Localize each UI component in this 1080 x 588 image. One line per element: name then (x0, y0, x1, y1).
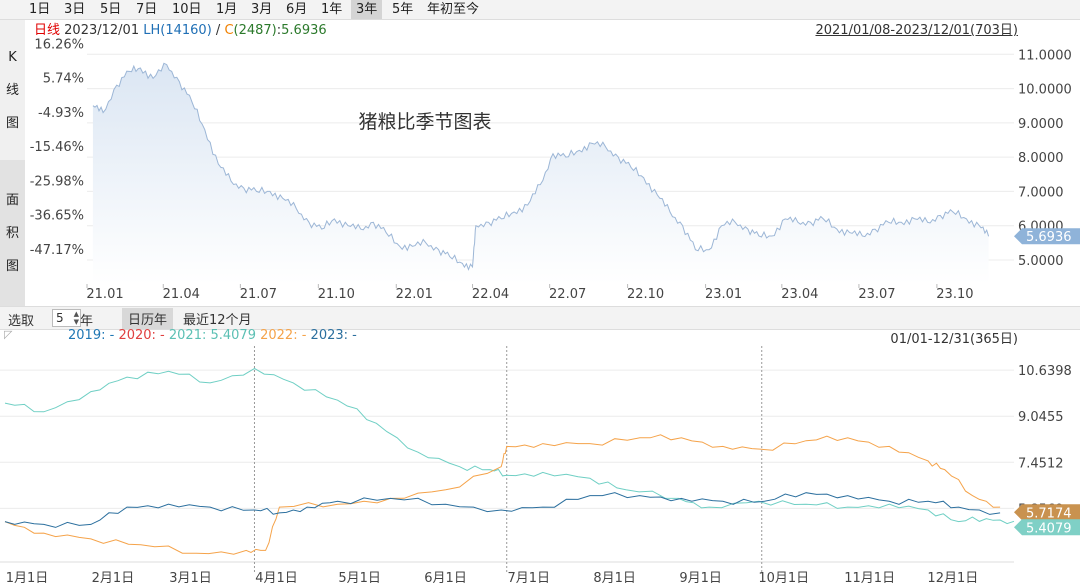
x-tick-label: 21.04 (163, 287, 200, 302)
y-right-tick: 9.0000 (1018, 117, 1064, 132)
x-tick-label: 10月1日 (758, 571, 809, 586)
x-tick-label: 22.04 (472, 287, 509, 302)
calendar-year-button[interactable]: 日历年 (122, 308, 174, 329)
seasonal-line-chart: 10.63989.04557.45125.85691月1日2月1日3月1日4月1… (0, 346, 1080, 586)
x-tick-label: 22.01 (396, 287, 433, 302)
select-label: 选取 (8, 314, 35, 329)
x-tick-label: 12月1日 (927, 571, 978, 586)
x-tick-label: 4月1日 (255, 571, 298, 586)
x-tick-label: 9月1日 (679, 571, 722, 586)
y-left-tick: -25.98% (30, 174, 84, 189)
x-tick-label: 2月1日 (92, 571, 135, 586)
bottom-date-range: 01/01-12/31(365日) (890, 332, 1018, 347)
x-tick-label: 23.01 (705, 287, 742, 302)
x-tick-label: 5月1日 (338, 571, 381, 586)
tab-3m[interactable]: 3月 (246, 0, 277, 19)
recent-12m-button[interactable]: 最近12个月 (183, 309, 252, 328)
tab-5y[interactable]: 5年 (387, 0, 418, 19)
x-tick-label: 8月1日 (593, 571, 636, 586)
legend-2023: 2023: - (310, 328, 357, 343)
spinner-arrows-icon[interactable]: ▲ ▼ (74, 310, 79, 326)
legend-2021: 2021: 5.4079 (168, 328, 256, 343)
y-left-tick: -47.17% (30, 243, 84, 258)
tab-3y[interactable]: 3年 (351, 0, 383, 19)
x-tick-label: 23.07 (858, 287, 895, 302)
legend-2019: 2019: - (68, 328, 115, 343)
y-right-tick: 10.0000 (1018, 83, 1072, 98)
last-value-label: 5.6936 (1026, 230, 1072, 245)
top-area-chart: 11.000010.00009.00008.00007.00006.00005.… (30, 37, 1080, 302)
y-left-tick: -15.46% (30, 140, 84, 155)
y-right-tick: 5.0000 (1018, 254, 1064, 269)
legend-2020: 2020: - (118, 328, 165, 343)
tab-10d[interactable]: 10日 (167, 0, 207, 19)
x-tick-label: 21.07 (240, 287, 277, 302)
y-right-tick: 11.0000 (1018, 48, 1072, 63)
years-value: 5 (56, 311, 64, 325)
period-tab-bar: 1日 3日 5日 7日 10日 1月 3月 6月 1年 3年 5年 年初至今 (0, 0, 1080, 20)
x-tick-label: 23.10 (936, 287, 973, 302)
end-badge-label: 5.7174 (1026, 506, 1072, 521)
collapse-icon[interactable]: ◸ (4, 328, 12, 341)
y-right-tick: 7.0000 (1018, 185, 1064, 200)
tab-5d[interactable]: 5日 (95, 0, 126, 19)
x-tick-label: 7月1日 (507, 571, 550, 586)
x-tick-label: 22.10 (627, 287, 664, 302)
series-line-2022 (4, 434, 1001, 555)
y-left-tick: -4.93% (38, 106, 84, 121)
x-tick-label: 3月1日 (169, 571, 212, 586)
y-left-tick: 16.26% (34, 37, 84, 52)
y-right-tick: 8.0000 (1018, 151, 1064, 166)
y-tick: 7.4512 (1018, 456, 1064, 471)
x-tick-label: 23.04 (781, 287, 818, 302)
series-line-2023 (4, 492, 1001, 528)
x-tick-label: 1月1日 (6, 571, 49, 586)
tab-1y[interactable]: 1年 (316, 0, 347, 19)
x-tick-label: 11月1日 (844, 571, 895, 586)
chart-title: 猪粮比季节图表 (358, 111, 491, 133)
tab-6m[interactable]: 6月 (281, 0, 312, 19)
tab-ytd[interactable]: 年初至今 (422, 0, 484, 19)
x-tick-label: 21.10 (318, 287, 355, 302)
legend-2022: 2022: - (260, 328, 307, 343)
x-tick-label: 21.01 (86, 287, 123, 302)
years-spinner[interactable]: 5 ▲ ▼ (52, 309, 81, 327)
area-fill (92, 63, 989, 284)
y-tick: 9.0455 (1018, 410, 1064, 425)
y-left-tick: 5.74% (43, 72, 84, 87)
tab-1d[interactable]: 1日 (24, 0, 55, 19)
year-unit: 年 (80, 314, 94, 329)
season-legend: ◸ 2019: - 2020: - 2021: 5.4079 2022: - 2… (0, 328, 1080, 347)
tab-7d[interactable]: 7日 (131, 0, 162, 19)
y-tick: 10.6398 (1018, 364, 1072, 379)
tab-1m[interactable]: 1月 (211, 0, 242, 19)
end-badge-label: 5.4079 (1026, 521, 1072, 536)
y-left-tick: -36.65% (30, 209, 84, 224)
x-tick-label: 22.07 (549, 287, 586, 302)
tab-3d[interactable]: 3日 (59, 0, 90, 19)
x-tick-label: 6月1日 (424, 571, 467, 586)
season-controls: 选取 5 ▲ ▼ 年 日历年 最近12个月 (0, 306, 1080, 330)
